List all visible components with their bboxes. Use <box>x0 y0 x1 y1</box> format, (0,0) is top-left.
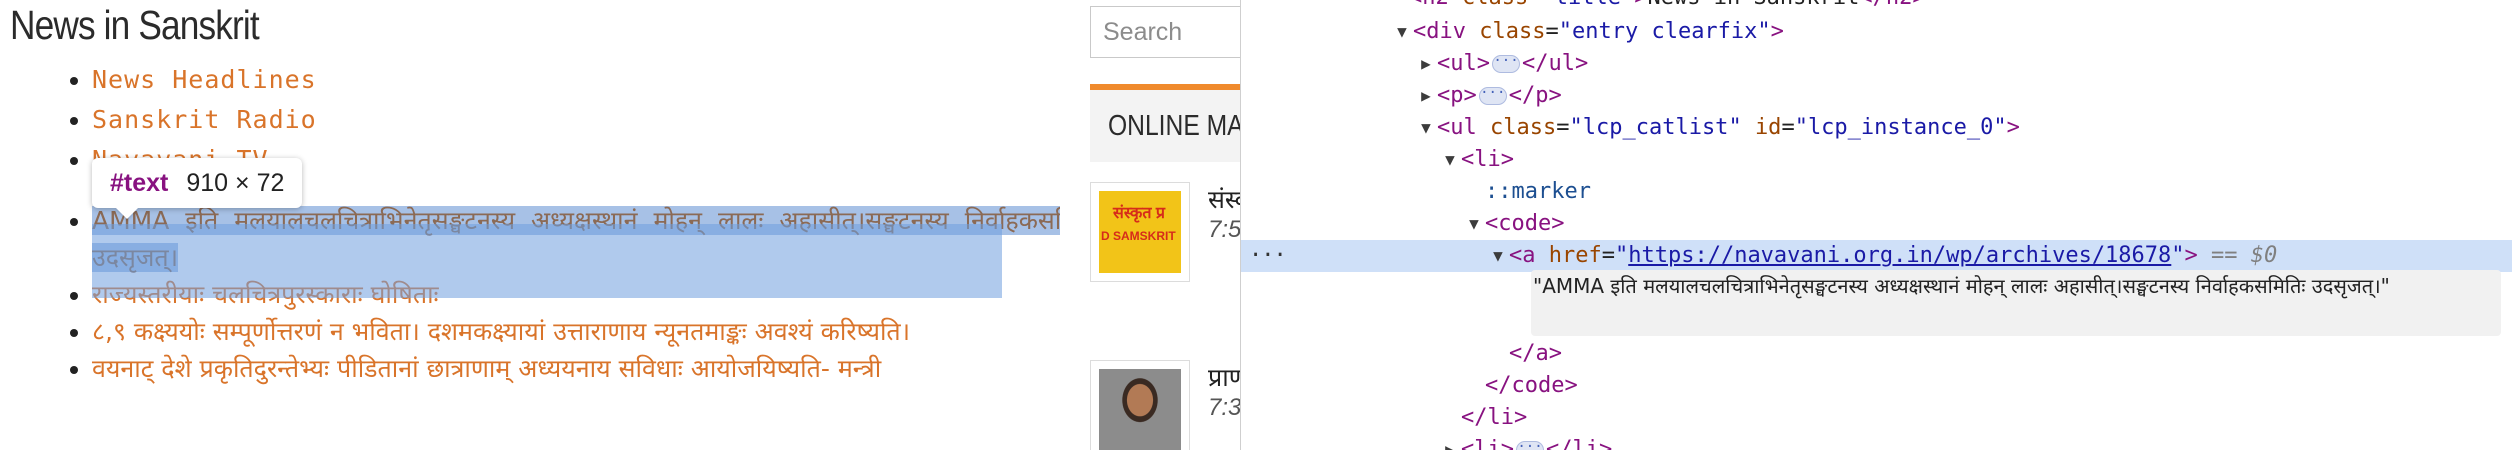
post-link-exam-results[interactable]: ८,९ कक्ष्ययोः सम्पूर्णोत्तरणं न भविता। द… <box>92 317 910 346</box>
post-link-amma[interactable]: AMMA इति मलयालचलचित्राभिनेतृसङ्घटनस्य अध… <box>92 206 1060 272</box>
dom-node-li-close[interactable]: </li> <box>1241 402 2512 434</box>
post-thumbnail[interactable]: संस्कृत प्र D SAMSKRIT <box>1090 182 1190 282</box>
logo-text-line: D SAMSKRIT <box>1101 229 1176 243</box>
dom-node-li-collapsed[interactable]: ▶ <li> ··· </li> <box>1241 434 2512 450</box>
dom-node-marker[interactable]: ::marker <box>1241 176 2512 208</box>
collapsed-ellipsis-icon[interactable]: ··· <box>1516 440 1544 450</box>
inspect-tooltip: #text 910 × 72 <box>92 158 303 208</box>
dom-node-div-entry[interactable]: ▼ <div class="entry clearfix"> <box>1241 16 2512 48</box>
dom-node-a-selected[interactable]: ··· ▼ <a href="https://navavani.org.in/w… <box>1241 240 2512 272</box>
sidebar-post-item[interactable]: संस्कृत प्र D SAMSKRIT संस्कृतभारती 7:55 <box>1090 182 1240 292</box>
site-sidebar: ONLINE MAGAZINE संस्कृत प्र D SAMSKRIT स… <box>1060 0 1240 450</box>
triangle-right-icon[interactable]: ▶ <box>1419 80 1433 112</box>
logo-text-line: संस्कृत प्र <box>1113 205 1165 222</box>
triangle-right-icon[interactable]: ▶ <box>1443 434 1457 450</box>
list-item: News Headlines <box>92 60 1060 100</box>
post-thumbnail[interactable] <box>1090 360 1190 450</box>
dom-node-code-close[interactable]: </code> <box>1241 370 2512 402</box>
list-item: राज्यस्तरीयाः चलचित्रपुरस्काराः घोषिताः <box>92 276 1060 313</box>
dom-node-ul[interactable]: ▶ <ul> ··· </ul> <box>1241 48 2512 80</box>
triangle-down-icon[interactable]: ▼ <box>1491 240 1505 272</box>
triangle-down-icon[interactable]: ▼ <box>1467 208 1481 240</box>
list-item-highlighted: AMMA इति मलयालचलचित्राभिनेतृसङ्घटनस्य अध… <box>92 202 1060 276</box>
person-photo-image <box>1099 369 1181 450</box>
sidebar-post-time: 7:31 <box>1208 394 1240 421</box>
dom-node-ul-catlist[interactable]: ▼ <ul class="lcp_catlist" id="lcp_instan… <box>1241 112 2512 144</box>
sidebar-post-item[interactable]: प्राणायाम 7:31 <box>1090 360 1240 450</box>
dom-node-li[interactable]: ▼ <li> <box>1241 144 2512 176</box>
devtools-elements-panel: <h2 class="title">News in Sanskrit</h2> … <box>1240 0 2512 450</box>
triangle-down-icon[interactable]: ▼ <box>1395 16 1409 48</box>
collapsed-ellipsis-icon[interactable]: ··· <box>1478 86 1507 105</box>
section-heading: ONLINE MAGAZINE <box>1090 90 1240 162</box>
dom-text-node[interactable]: "AMMA इति मलयालचलचित्राभिनेतृसङ्घटनस्य अ… <box>1533 270 2493 303</box>
search-input[interactable] <box>1090 6 1240 58</box>
triangle-right-icon[interactable]: ▶ <box>1419 48 1433 80</box>
post-list: News Headlines Sanskrit Radio Navavani T… <box>0 60 1060 387</box>
list-item: वयनाट् देशे प्रकृतिदुरन्तेभ्यः पीडितानां… <box>92 350 1060 387</box>
list-item: Sanskrit Radio <box>92 100 1060 140</box>
dom-node-code[interactable]: ▼ <code> <box>1241 208 2512 240</box>
dom-node-p[interactable]: ▶ <p> ··· </p> <box>1241 80 2512 112</box>
page-title: News in Sanskrit <box>10 2 260 48</box>
collapsed-ellipsis-icon[interactable]: ··· <box>1492 54 1520 73</box>
post-link-news-headlines[interactable]: News Headlines <box>92 65 317 94</box>
list-item: ८,९ कक्ष्ययोः सम्पूर्णोत्तरणं न भविता। द… <box>92 313 1060 350</box>
post-link-wayanad[interactable]: वयनाट् देशे प्रकृतिदुरन्तेभ्यः पीडितानां… <box>92 354 881 383</box>
sidebar-post-time: 7:55 <box>1208 216 1240 243</box>
article-content: News in Sanskrit News Headlines Sanskrit… <box>0 0 1060 450</box>
sidebar-post-title[interactable]: प्राणायाम <box>1208 360 1240 394</box>
dom-node-a-close[interactable]: </a> <box>1241 338 2512 370</box>
browser-page: News in Sanskrit News Headlines Sanskrit… <box>0 0 2512 450</box>
post-link-film-awards[interactable]: राज्यस्तरीयाः चलचित्रपुरस्काराः घोषिताः <box>92 280 439 309</box>
tooltip-node-name: #text <box>110 168 169 197</box>
sidebar-post-title[interactable]: संस्कृतभारती <box>1208 182 1240 216</box>
post-link-sanskrit-radio[interactable]: Sanskrit Radio <box>92 105 317 134</box>
triangle-down-icon[interactable]: ▼ <box>1419 112 1433 144</box>
section-heading-label: ONLINE MAGAZINE <box>1108 110 1240 142</box>
triangle-down-icon[interactable]: ▼ <box>1443 144 1457 176</box>
dom-node-h2[interactable]: <h2 class="title">News in Sanskrit</h2> <box>1241 0 2512 14</box>
tooltip-node-size: 910 × 72 <box>186 168 285 197</box>
sanskrit-logo-image: संस्कृत प्र D SAMSKRIT <box>1099 191 1181 273</box>
node-actions-dots-icon[interactable]: ··· <box>1249 240 1287 272</box>
href-link[interactable]: https://navavani.org.in/wp/archives/1867… <box>1628 243 2171 268</box>
